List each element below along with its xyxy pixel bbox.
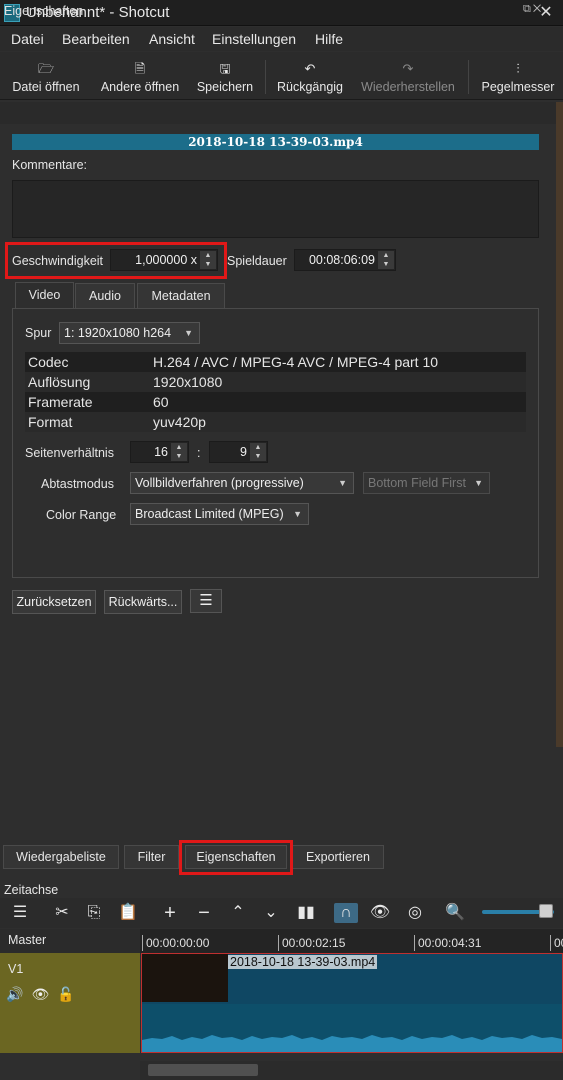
main-toolbar: 🗁 Datei öffnen 🗎 Andere öffnen 🖫 Speiche…	[0, 52, 563, 100]
comments-label: Kommentare:	[12, 158, 88, 172]
aspect-numerator-spinbox[interactable]: 16 ▲ ▼	[130, 441, 189, 463]
scrollbar-thumb[interactable]	[148, 1064, 258, 1076]
menu-bar: Datei Bearbeiten Ansicht Einstellungen H…	[0, 27, 563, 51]
preview-edge	[556, 102, 563, 747]
scan-mode-select[interactable]: Vollbildverfahren (progressive) ▼	[130, 472, 354, 494]
scan-mode-label: Abtastmodus	[41, 477, 114, 491]
info-row: Auflösung 1920x1080	[25, 372, 526, 392]
save-icon: 🖫	[219, 61, 231, 76]
track-label: Spur	[25, 326, 52, 340]
toolbar-divider	[468, 60, 469, 94]
chevron-down-icon: ▼	[293, 509, 302, 519]
clip-file-name: 2018-10-18 13-39-03.mp4	[12, 134, 539, 150]
lift-icon[interactable]: ⌃	[227, 903, 249, 923]
spin-arrows-icon[interactable]: ▲ ▼	[171, 443, 187, 461]
speed-spinbox[interactable]: 1,000000 x ▲ ▼	[110, 249, 218, 271]
lock-icon[interactable]: 🔓	[57, 986, 82, 1002]
speed-value: 1,000000 x	[135, 253, 197, 267]
timeline-title: Zeitachse	[4, 883, 59, 897]
redo-button[interactable]: ↷ Wiederherstellen	[356, 52, 460, 100]
open-other-icon: 🗎	[134, 61, 146, 76]
folder-icon: 🗁	[37, 61, 55, 76]
ruler-tick: 00:00:04:31	[414, 935, 481, 951]
track-select[interactable]: 1: 1920x1080 h264 ▼	[59, 322, 200, 344]
track-controls: 🔊👁🔓	[6, 986, 83, 1003]
append-icon[interactable]: +	[159, 903, 181, 923]
save-button[interactable]: 🖫 Speichern	[192, 52, 258, 100]
menu-ansicht[interactable]: Ansicht	[149, 31, 195, 47]
spin-arrows-icon[interactable]: ▲ ▼	[378, 251, 394, 269]
highlight-properties-tab	[179, 840, 293, 875]
tab-audio[interactable]: Audio	[75, 283, 135, 309]
tab-playlist[interactable]: Wiedergabeliste	[3, 845, 119, 869]
aspect-denominator-spinbox[interactable]: 9 ▲ ▼	[209, 441, 268, 463]
properties-menu-button[interactable]: ☰	[190, 589, 222, 613]
aspect-separator: :	[197, 446, 201, 460]
reset-button[interactable]: Zurücksetzen	[12, 590, 96, 614]
tab-metadata[interactable]: Metadaten	[137, 283, 225, 309]
clip-thumbnail	[142, 954, 228, 1002]
snap-icon[interactable]: ∩	[334, 903, 358, 923]
panel-float-close-buttons[interactable]: ⧉✕	[523, 3, 543, 16]
undo-button[interactable]: ↶ Rückgängig	[274, 52, 346, 100]
copy-icon[interactable]: ⎘	[83, 903, 105, 923]
tab-filter[interactable]: Filter	[124, 845, 179, 869]
ruler-tick: 00:00:00:00	[142, 935, 209, 951]
menu-bearbeiten[interactable]: Bearbeiten	[62, 31, 130, 47]
overwrite-icon[interactable]: ⌄	[260, 903, 282, 923]
spin-arrows-icon[interactable]: ▲ ▼	[250, 443, 266, 461]
zoom-slider-handle[interactable]	[539, 904, 553, 918]
clip-name-label: 2018-10-18 13-39-03.mp4	[228, 955, 378, 969]
spin-arrows-icon[interactable]: ▲ ▼	[200, 251, 216, 269]
duration-label: Spieldauer	[227, 254, 287, 268]
speed-label: Geschwindigkeit	[12, 254, 104, 268]
split-icon[interactable]: ▮▮	[295, 903, 317, 923]
audio-waveform	[142, 1004, 562, 1052]
field-order-select[interactable]: Bottom Field First ▼	[363, 472, 490, 494]
menu-datei[interactable]: Datei	[11, 31, 44, 47]
ruler-tick: 00:00:02:15	[278, 935, 345, 951]
media-info-table: Codec H.264 / AVC / MPEG-4 AVC / MPEG-4 p…	[25, 352, 526, 432]
aspect-ratio-label: Seitenverhältnis	[25, 446, 114, 460]
timeline-menu-icon[interactable]: ☰	[9, 903, 31, 923]
color-range-select[interactable]: Broadcast Limited (MPEG) ▼	[130, 503, 309, 525]
video-tab-panel	[12, 308, 539, 578]
properties-panel-title: Eigenschaften	[4, 4, 84, 18]
master-label: Master	[8, 933, 47, 947]
hide-icon[interactable]: 👁	[31, 986, 57, 1002]
zoom-out-icon[interactable]: 🔍	[444, 903, 466, 923]
info-row: Format yuv420p	[25, 412, 526, 432]
info-row: Framerate 60	[25, 392, 526, 412]
peak-meter-icon: ⫶	[516, 61, 520, 76]
chevron-down-icon: ▼	[184, 328, 193, 338]
undo-icon: ↶	[304, 61, 316, 76]
paste-icon[interactable]: 📋	[117, 903, 139, 923]
remove-icon[interactable]: −	[193, 903, 215, 923]
open-other-button[interactable]: 🗎 Andere öffnen	[94, 52, 186, 100]
chevron-down-icon: ▼	[474, 478, 483, 488]
color-range-label: Color Range	[46, 508, 117, 522]
reverse-button[interactable]: Rückwärts...	[104, 590, 182, 614]
scrub-icon[interactable]: 👁	[369, 903, 391, 923]
mute-icon[interactable]: 🔊	[6, 986, 31, 1002]
chevron-down-icon: ▼	[338, 478, 347, 488]
cut-icon[interactable]: ✂	[51, 903, 73, 923]
comments-field[interactable]	[12, 180, 539, 238]
ruler-tick: 00	[550, 935, 563, 951]
open-file-button[interactable]: 🗁 Datei öffnen	[6, 52, 86, 100]
toolbar-divider	[265, 60, 266, 94]
duration-spinbox[interactable]: 00:08:06:09 ▲ ▼	[294, 249, 396, 271]
peak-meter-button[interactable]: ⫶ Pegelmesser	[476, 52, 560, 100]
ripple-icon[interactable]: ◎	[404, 903, 426, 923]
menu-hilfe[interactable]: Hilfe	[315, 31, 343, 47]
properties-panel-header	[0, 102, 563, 124]
duration-value: 00:08:06:09	[308, 253, 375, 267]
tab-video[interactable]: Video	[15, 282, 74, 309]
tab-export[interactable]: Exportieren	[292, 845, 384, 869]
info-row: Codec H.264 / AVC / MPEG-4 AVC / MPEG-4 p…	[25, 352, 526, 372]
track-label-v1: V1	[8, 962, 24, 976]
menu-einstellungen[interactable]: Einstellungen	[212, 31, 296, 47]
redo-icon: ↷	[402, 61, 414, 76]
